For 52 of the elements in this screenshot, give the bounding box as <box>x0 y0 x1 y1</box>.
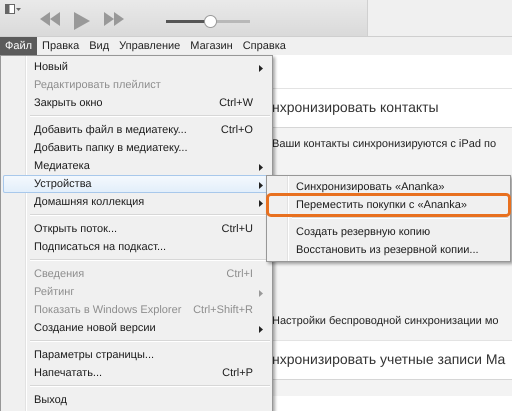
menu-item-label: Новый <box>34 61 69 73</box>
menu-item[interactable]: Новый <box>3 58 270 76</box>
menu-bar-item[interactable]: Магазин <box>185 37 238 55</box>
menu-item[interactable]: Закрыть окно Ctrl+W <box>3 94 270 112</box>
menu-item[interactable]: Добавить папку в медиатеку... <box>3 139 270 157</box>
menu-item-label: Показать в Windows Explorer <box>34 304 182 316</box>
fast-forward-icon[interactable] <box>104 12 124 26</box>
shortcut-label: Ctrl+P <box>222 367 253 379</box>
menu-bar-item[interactable]: Файл <box>0 37 38 55</box>
menu-item[interactable]: Медиатека <box>3 157 270 175</box>
menu-item[interactable]: Создать резервную копию <box>269 223 508 241</box>
menu-item[interactable]: Напечатать... Ctrl+P <box>3 364 270 382</box>
menu-item-label: Открыть поток... <box>34 223 118 235</box>
menu-bar-item[interactable]: Вид <box>84 37 114 55</box>
menu-item-label: Рейтинг <box>34 286 76 298</box>
menu-item-label: Создать резервную копию <box>296 226 432 238</box>
menu-item[interactable]: Открыть поток... Ctrl+U <box>3 220 270 238</box>
menu-item-label: Синхронизировать «Ananka» <box>296 181 446 193</box>
menu-bar-item[interactable]: Правка <box>37 37 84 55</box>
shortcut-label: Ctrl+I <box>226 268 253 280</box>
menu-item-label: Добавить папку в медиатеку... <box>34 142 189 154</box>
menu-item-label: Закрыть окно <box>34 97 104 109</box>
menu-item-label: Создание новой версии <box>34 322 157 334</box>
menu-item[interactable]: Домашняя коллекция <box>3 193 270 211</box>
menu-item[interactable]: Восстановить из резервной копии... <box>269 241 508 259</box>
menu-item-label: Восстановить из резервной копии... <box>296 244 480 256</box>
menu-item-label: Редактировать плейлист <box>34 79 162 91</box>
shortcut-label: Ctrl+Shift+R <box>193 304 253 316</box>
menu-item[interactable]: Переместить покупки с «Ananka» <box>269 196 508 214</box>
shortcut-label: Ctrl+W <box>219 97 253 109</box>
play-icon[interactable] <box>74 12 90 30</box>
menu-item-label: Напечатать... <box>34 367 104 379</box>
sidebar-toggle-icon[interactable] <box>5 4 21 14</box>
menu-bar-item[interactable]: Управление <box>114 37 186 55</box>
menu-item-label: Переместить покупки с «Ananka» <box>296 199 468 211</box>
menu-item[interactable]: Параметры страницы... <box>3 346 270 364</box>
menu-item-label: Сведения <box>34 268 86 280</box>
menu-item[interactable]: Создание новой версии <box>3 319 270 337</box>
menu-item-label: Подписаться на подкаст... <box>34 241 168 253</box>
rewind-icon[interactable] <box>40 12 60 26</box>
menu-item[interactable]: Выход <box>3 391 270 409</box>
section-text: Ваши контакты синхронизируются с iPad по <box>272 136 498 152</box>
menu-bar-item[interactable]: Справка <box>238 37 291 55</box>
section-text: Настройки беспроводной синхронизации мо <box>272 314 500 328</box>
menu-item-label: Параметры страницы... <box>34 349 156 361</box>
menu-item-label: Устройства <box>34 178 93 190</box>
menu-item[interactable]: Подписаться на подкаст... <box>3 238 270 256</box>
menu-item-label: Медиатека <box>34 160 91 172</box>
menu-item-label: Домашняя коллекция <box>34 196 146 208</box>
menu-item-label: Выход <box>34 394 68 406</box>
menu-item[interactable]: Синхронизировать «Ananka» <box>269 178 508 196</box>
shortcut-label: Ctrl+U <box>222 223 253 235</box>
